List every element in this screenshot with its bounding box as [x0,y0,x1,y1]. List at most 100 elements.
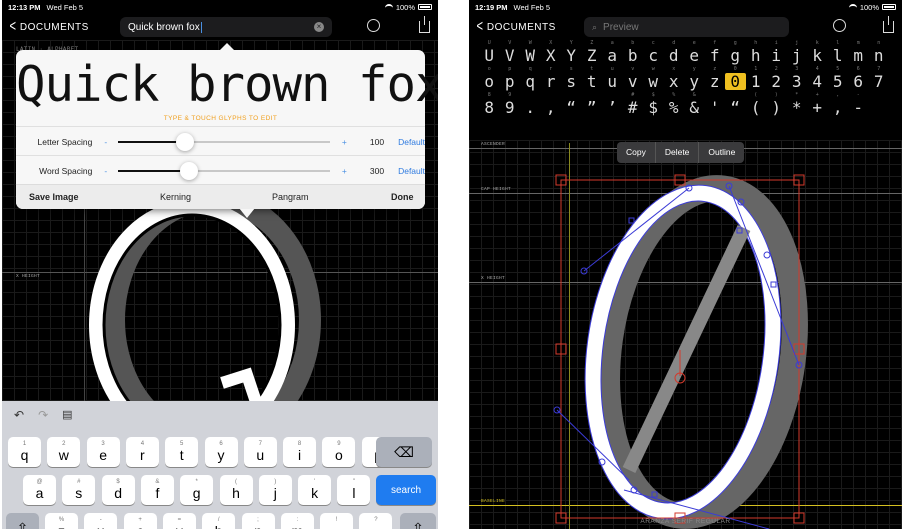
glyph-cell[interactable]: 66 [848,66,869,90]
key-b[interactable]: /b [202,513,236,529]
outline-menu-item[interactable]: Outline [699,142,744,163]
word-spacing-plus[interactable]: + [342,166,350,176]
key-y[interactable]: 6y [204,437,238,467]
glyph-cell[interactable]: tt [582,66,603,90]
key-h[interactable]: (h [219,475,253,505]
preview-search-input[interactable]: ⌕ Preview [584,17,789,37]
word-spacing-default-button[interactable]: Default [398,166,425,176]
key-e[interactable]: 3e [86,437,120,467]
glyph-cell[interactable]: zz [705,66,726,90]
glyph-cell[interactable]: -- [848,92,869,116]
glyph-cell[interactable]: $ $ [643,92,664,116]
key-period[interactable]: ?. [359,513,393,529]
preview-text[interactable]: Quick brown fox [16,56,438,113]
key-g[interactable]: * g [180,475,214,505]
key-j[interactable]: ) j [258,475,292,505]
glyph-cell[interactable]: ,, [828,92,849,116]
copy-menu-item[interactable]: Copy [617,142,656,163]
glyph-cell[interactable]: UU [479,40,500,64]
search-key[interactable]: search [376,475,436,505]
letter-spacing-default-button[interactable]: Default [398,137,425,147]
key-x[interactable]: -x [84,513,118,529]
key-v[interactable]: =v [162,513,196,529]
shift-key[interactable]: ⇧ [6,513,39,529]
glyph-cell[interactable]: ww [643,66,664,90]
glyph-cell[interactable]: nn [869,40,890,64]
paste-icon[interactable]: ▤ [62,408,72,422]
save-image-button[interactable]: Save Image [29,192,79,202]
glyph-cell[interactable]: jj [787,40,808,64]
glyph-cell[interactable]: vv [623,66,644,90]
slider-knob[interactable] [175,132,194,151]
glyph-cell[interactable]: ' [705,92,726,116]
letter-spacing-minus[interactable]: - [104,137,112,147]
pangram-button[interactable]: Pangram [272,192,309,202]
glyph-cell[interactable]: ” [582,92,603,116]
glyph-cell[interactable]: xx [664,66,685,90]
glyph-cell[interactable]: XX [541,40,562,64]
glyph-cell[interactable]: dd [664,40,685,64]
kerning-button[interactable]: Kerning [160,192,191,202]
glyph-cell[interactable]: ff [705,40,726,64]
glyph-cell[interactable]: 77 [869,66,890,90]
glyph-cell[interactable]: kk [807,40,828,64]
delete-key[interactable]: ⌫ [376,437,432,467]
glyph-cell[interactable]: ii [766,40,787,64]
key-d[interactable]: $ d [101,475,135,505]
key-z[interactable]: %z [45,513,78,529]
glyph-cell[interactable]: hh [746,40,767,64]
key-s[interactable]: # s [62,475,96,505]
glyph-cell[interactable]: bb [623,40,644,64]
glyph-cell[interactable]: )) [766,92,787,116]
back-button[interactable]: < DOCUMENTS [469,19,556,35]
glyph-cell[interactable]: cc [643,40,664,64]
glyph-cell[interactable]: pp [500,66,521,90]
glyph-cell[interactable]: (( [746,92,767,116]
letter-spacing-plus[interactable]: + [342,137,350,147]
glyph-cell[interactable]: ee [684,40,705,64]
glyph-cell[interactable]: WW [520,40,541,64]
glyph-q-outline[interactable] [82,205,372,405]
glyph-cell[interactable]: 44 [807,66,828,90]
share-icon[interactable] [419,16,430,33]
key-q[interactable]: 1q [8,437,41,467]
glyph-cell[interactable]: 88 [479,92,500,116]
letter-spacing-slider[interactable] [117,132,330,151]
glyph-cell[interactable]: 55 [828,66,849,90]
glyph-cell[interactable]: gg [725,40,746,64]
glyph-cell[interactable]: + + [807,92,828,116]
key-m[interactable]: :m [280,513,314,529]
word-spacing-minus[interactable]: - [104,166,112,176]
key-n[interactable]: ;n [241,513,275,529]
delete-menu-item[interactable]: Delete [656,142,700,163]
glyph-cell[interactable]: VV [500,40,521,64]
glyph-cell[interactable]: “ [725,92,746,116]
key-u[interactable]: 7u [243,437,277,467]
key-t[interactable]: 5t [165,437,199,467]
glyph-cell[interactable]: 22 [766,66,787,90]
glyph-cell[interactable]: “ [561,92,582,116]
glyph-cell[interactable]: , [541,92,562,116]
undo-icon[interactable]: ↶ [14,408,24,422]
globe-icon[interactable] [367,19,380,32]
glyph-cell[interactable]: yy [684,66,705,90]
slider-knob[interactable] [180,161,199,180]
key-o[interactable]: 9o [322,437,356,467]
glyph-cell[interactable]: 99 [500,92,521,116]
glyph-cell[interactable]: * * [787,92,808,116]
share-icon[interactable] [883,16,894,33]
clear-icon[interactable]: × [314,22,324,32]
key-k[interactable]: ' k [298,475,332,505]
key-r[interactable]: 4r [125,437,159,467]
key-c[interactable]: +c [123,513,157,529]
key-comma[interactable]: !, [320,513,354,529]
glyph-cell[interactable]: ll [828,40,849,64]
globe-icon[interactable] [833,19,846,32]
glyph-cell[interactable]: %% [664,92,685,116]
key-i[interactable]: 8i [283,437,317,467]
glyph-cell[interactable]: aa [602,40,623,64]
key-a[interactable]: @ a [23,475,56,505]
shift-key-right[interactable]: ⇧ [400,513,436,529]
glyph-cell[interactable]: 33 [787,66,808,90]
glyph-cell-selected[interactable]: 00 [725,66,746,90]
